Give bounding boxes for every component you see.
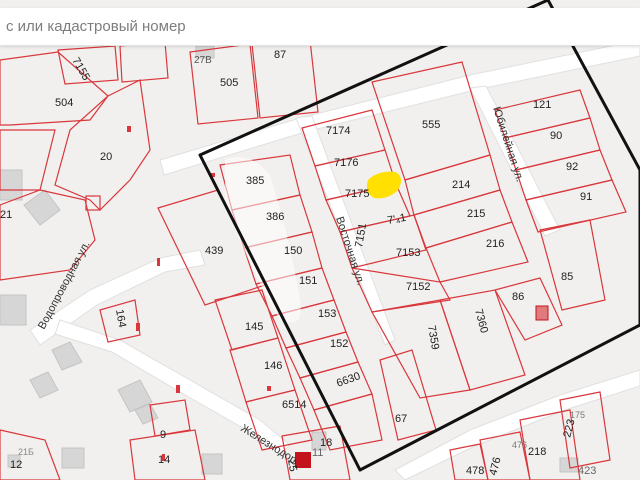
building-86 — [535, 305, 549, 321]
label-86: 86 — [512, 291, 524, 303]
label-150: 150 — [284, 245, 302, 257]
label-175: 175 — [570, 410, 585, 420]
label-152: 152 — [330, 338, 348, 350]
label-7175: 7175 — [345, 188, 369, 200]
label-21b: 21Б — [18, 447, 34, 457]
label-7153: 7153 — [396, 247, 420, 259]
label-12: 12 — [10, 459, 22, 471]
label-121: 121 — [533, 99, 551, 111]
label-21: 21 — [0, 209, 12, 221]
label-7152: 7152 — [406, 281, 430, 293]
label-9: 9 — [160, 429, 166, 441]
search-input[interactable] — [4, 10, 608, 43]
label-478: 478 — [466, 465, 484, 477]
label-92: 92 — [566, 161, 578, 173]
label-146: 146 — [264, 360, 282, 372]
label-216: 216 — [486, 238, 504, 250]
label-67: 67 — [395, 413, 407, 425]
search-bar[interactable] — [0, 8, 640, 46]
label-505: 505 — [220, 77, 238, 89]
label-85: 85 — [561, 271, 573, 283]
label-385: 385 — [246, 175, 264, 187]
label-20: 20 — [100, 151, 112, 163]
label-11: 11 — [312, 447, 323, 459]
label-153: 153 — [318, 308, 336, 320]
cadastral-map[interactable]: 7155 27В 505 87 504 20 21 7174 555 7176 … — [0, 0, 640, 480]
label-218: 218 — [528, 446, 546, 458]
label-7176: 7176 — [334, 157, 358, 169]
label-555: 555 — [422, 119, 440, 131]
label-476a: 476 — [512, 440, 527, 450]
label-504: 504 — [55, 97, 73, 109]
label-7174: 7174 — [326, 125, 350, 137]
label-90: 90 — [550, 130, 562, 142]
label-145: 145 — [245, 321, 263, 333]
label-214: 214 — [452, 179, 470, 191]
label-14: 14 — [158, 454, 170, 466]
label-215: 215 — [467, 208, 485, 220]
label-386: 386 — [266, 211, 284, 223]
label-439: 439 — [205, 245, 223, 257]
label-423: 423 — [578, 465, 596, 477]
label-91: 91 — [580, 191, 592, 203]
label-6514: 6514 — [282, 399, 306, 411]
label-151: 151 — [299, 275, 317, 287]
label-27b: 27В — [194, 55, 212, 66]
label-87: 87 — [274, 49, 286, 61]
